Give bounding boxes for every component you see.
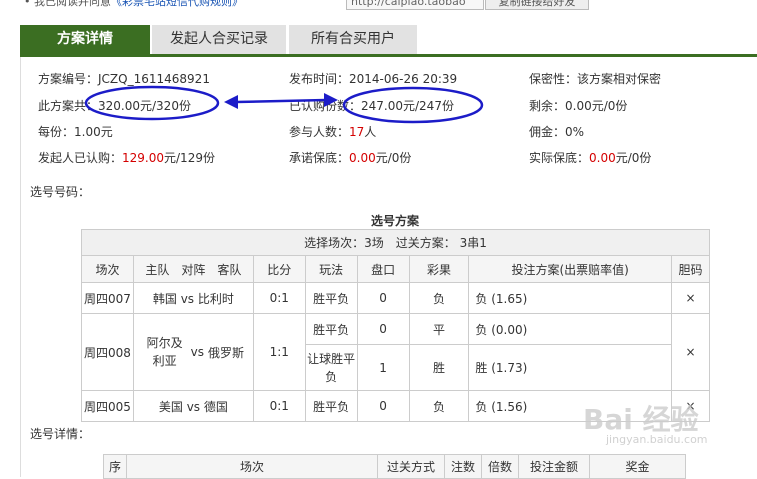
arrow-head-left xyxy=(224,95,238,109)
arrow-head-right xyxy=(324,93,338,107)
watermark-logo: Bai 经验 xyxy=(583,403,699,436)
double-arrow-line xyxy=(235,98,327,104)
highlight-ellipse-left xyxy=(84,85,220,121)
watermark-url: jingyan.baidu.com xyxy=(606,433,708,446)
highlight-ellipse-right xyxy=(342,86,484,124)
